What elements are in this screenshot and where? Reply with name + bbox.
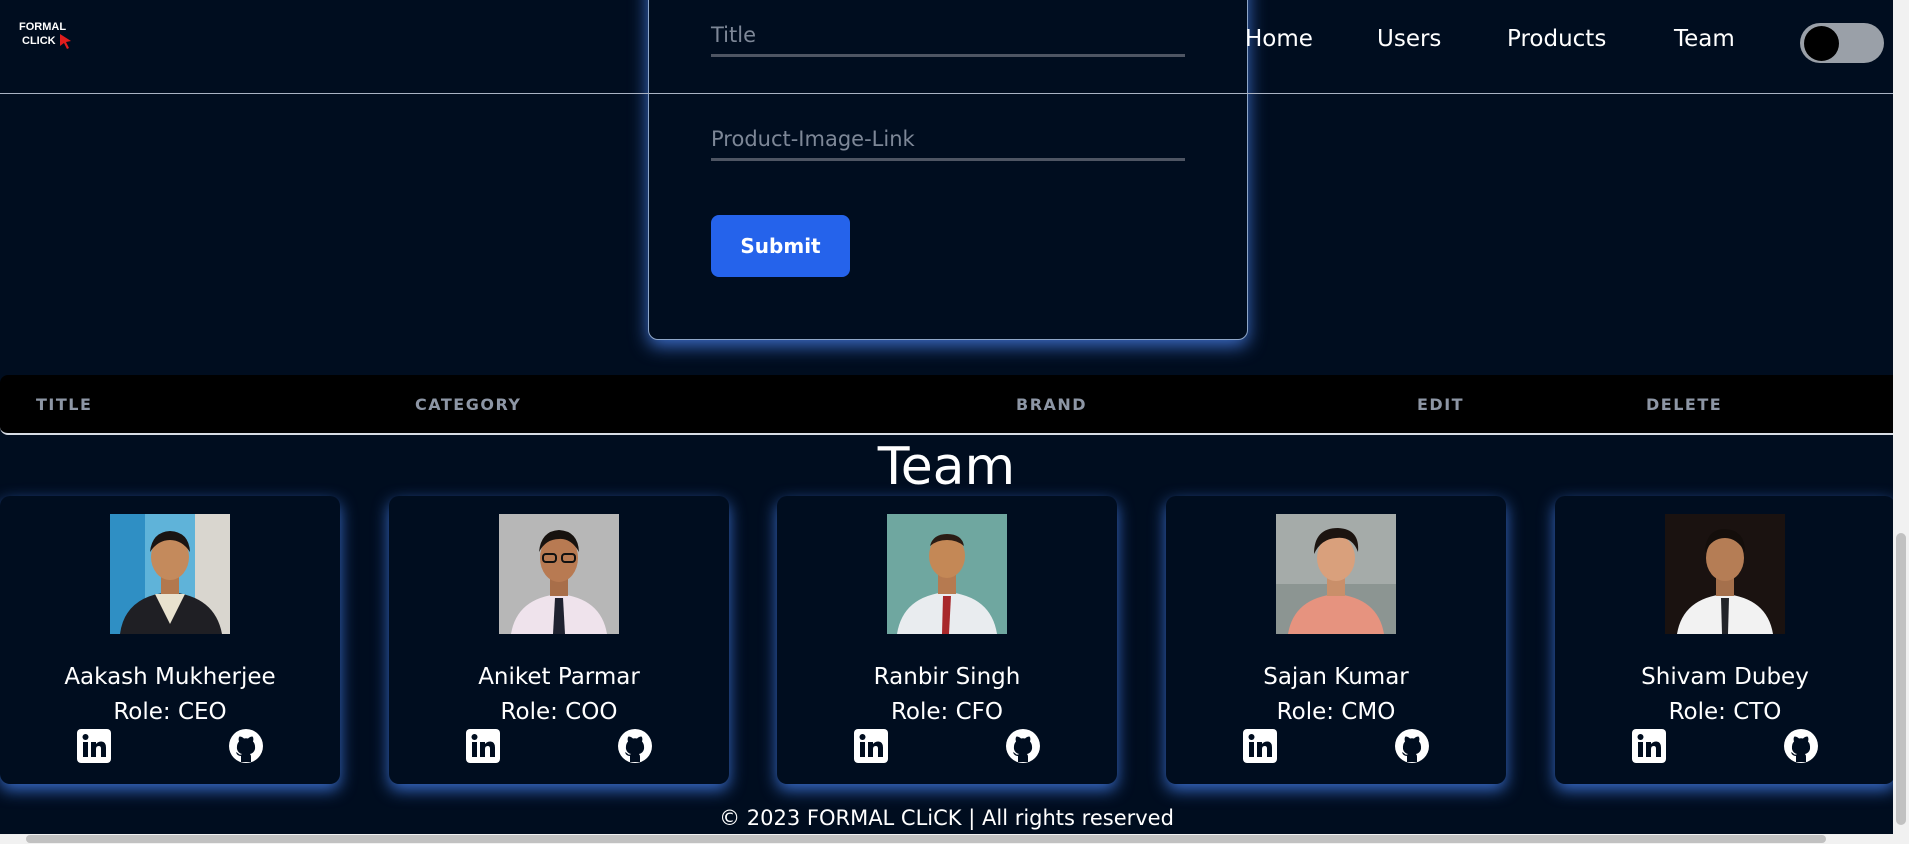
github-icon[interactable] [228,728,264,764]
nav-products[interactable]: Products [1507,24,1606,54]
theme-toggle-knob [1804,26,1839,61]
footer-copyright: © 2023 FORMAL CLiCK | All rights reserve… [719,806,1174,830]
navbar: FORMAL CLICK Home Users Products Team [0,0,1893,94]
submit-button[interactable]: Submit [711,215,850,277]
team-heading: Team [877,437,1016,497]
linkedin-icon[interactable] [853,728,889,764]
member-name: Ranbir Singh [873,664,1021,690]
cursor-icon [60,34,71,49]
linkedin-icon[interactable] [76,728,112,764]
team-card: Shivam Dubey Role: CTO [1555,496,1895,784]
vertical-scrollbar-thumb[interactable] [1896,533,1906,825]
column-title: TITLE [36,395,93,414]
linkedin-icon[interactable] [1631,728,1667,764]
avatar [110,514,230,634]
logo[interactable]: FORMAL CLICK [19,20,79,54]
member-name: Aakash Mukherjee [64,664,276,690]
member-role: Role: COO [500,699,618,725]
member-role: Role: CFO [890,699,1003,725]
linkedin-icon[interactable] [465,728,501,764]
github-icon[interactable] [1783,728,1819,764]
nav-team[interactable]: Team [1674,24,1735,54]
linkedin-icon[interactable] [1242,728,1278,764]
vertical-scrollbar[interactable] [1893,0,1909,844]
github-icon[interactable] [1005,728,1041,764]
team-card: Sajan Kumar Role: CMO [1166,496,1506,784]
team-card: Aakash Mukherjee Role: CEO [0,496,340,784]
nav-home[interactable]: Home [1245,24,1313,54]
member-role: Role: CTO [1668,699,1782,725]
column-category: CATEGORY [415,395,522,414]
member-name: Aniket Parmar [478,664,640,690]
member-name: Sajan Kumar [1263,664,1409,690]
github-icon[interactable] [617,728,653,764]
avatar [1665,514,1785,634]
avatar [1276,514,1396,634]
horizontal-scrollbar-thumb[interactable] [26,835,1826,843]
nav-users[interactable]: Users [1377,24,1441,54]
github-icon[interactable] [1394,728,1430,764]
member-role: Role: CEO [113,699,227,725]
avatar [887,514,1007,634]
member-role: Role: CMO [1276,699,1396,725]
column-brand: BRAND [1016,395,1088,414]
products-table-header: TITLE CATEGORY BRAND EDIT DELETE [0,375,1909,435]
horizontal-scrollbar[interactable] [0,834,1893,844]
column-edit: EDIT [1417,395,1465,414]
team-card: Ranbir Singh Role: CFO [777,496,1117,784]
avatar [499,514,619,634]
column-delete: DELETE [1646,395,1723,414]
product-image-link-input[interactable]: Product-Image-Link [711,115,1185,161]
theme-toggle[interactable] [1800,23,1884,63]
member-name: Shivam Dubey [1641,664,1809,690]
team-card: Aniket Parmar Role: COO [389,496,729,784]
